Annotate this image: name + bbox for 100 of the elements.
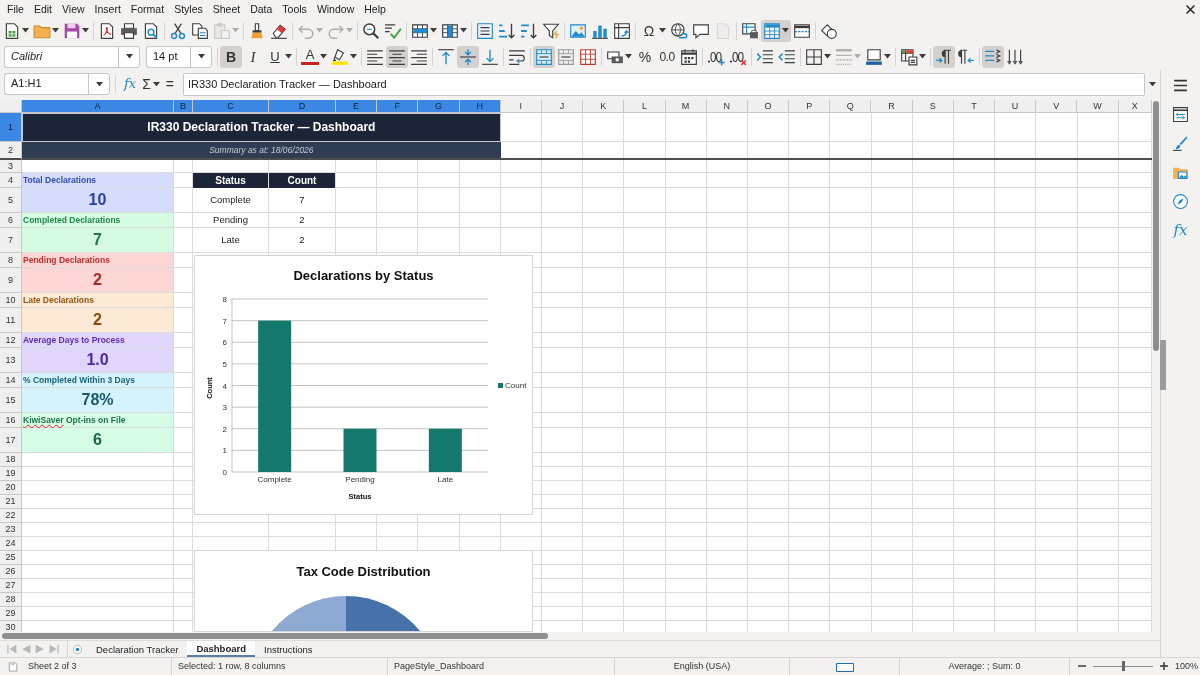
row-header[interactable]: 26 <box>0 565 22 579</box>
row-header[interactable]: 20 <box>0 481 22 495</box>
sheet-tab[interactable]: Dashboard <box>187 641 255 657</box>
row-header[interactable]: 15 <box>0 388 22 413</box>
row-header[interactable]: 13 <box>0 348 22 373</box>
font-name-field[interactable]: Calibri <box>4 45 118 68</box>
percent-format-button[interactable]: % <box>634 45 656 68</box>
row-header[interactable]: 29 <box>0 607 22 621</box>
dropdown-button[interactable] <box>190 45 212 68</box>
menu-item[interactable]: File <box>2 2 29 16</box>
row-header[interactable]: 2 <box>0 142 22 160</box>
close-button[interactable] <box>1186 4 1195 14</box>
formula-button[interactable]: = <box>162 75 177 93</box>
sheet-tab[interactable]: Instructions <box>255 641 322 657</box>
row-header[interactable]: 12 <box>0 333 22 348</box>
column-header[interactable]: A <box>22 100 174 113</box>
row-header[interactable]: 16 <box>0 413 22 428</box>
scrollbar-thumb[interactable] <box>1153 101 1159 351</box>
font-color-button[interactable]: A <box>299 45 329 68</box>
align-middle-button[interactable] <box>457 45 479 68</box>
column-header[interactable]: U <box>995 100 1037 113</box>
navigator-button[interactable] <box>1170 191 1191 211</box>
menu-item[interactable]: Edit <box>28 2 57 16</box>
row-header[interactable]: 4 <box>0 173 22 188</box>
row-header[interactable]: 25 <box>0 551 22 565</box>
column-header[interactable]: P <box>789 100 831 113</box>
row-header[interactable]: 7 <box>0 228 22 253</box>
menu-item[interactable]: Help <box>359 2 391 16</box>
number-format-button[interactable]: 0.0 <box>656 45 678 68</box>
row-header[interactable]: 3 <box>0 160 22 173</box>
dropdown-button[interactable] <box>118 45 140 68</box>
column-header[interactable]: M <box>665 100 707 113</box>
column-header[interactable]: L <box>624 100 666 113</box>
underline-button[interactable]: U <box>264 45 294 68</box>
row-header[interactable]: 8 <box>0 253 22 268</box>
sheet-tab[interactable]: Declaration Tracker <box>87 641 188 657</box>
formula-input[interactable]: IR330 Declaration Tracker — Dashboard <box>183 72 1145 96</box>
row-header[interactable]: 10 <box>0 293 22 308</box>
row-header[interactable]: 24 <box>0 537 22 551</box>
column-header[interactable]: W <box>1077 100 1119 113</box>
bold-button[interactable]: B <box>220 45 242 68</box>
pdf-document-icon <box>98 21 116 40</box>
row-header[interactable]: 17 <box>0 428 22 453</box>
row-header[interactable]: 9 <box>0 268 22 293</box>
menu-item[interactable]: Format <box>125 2 170 16</box>
menu-item[interactable]: Data <box>245 2 278 16</box>
menu-item[interactable]: Sheet <box>207 2 246 16</box>
column-header[interactable]: R <box>871 100 913 113</box>
row-header[interactable]: 6 <box>0 213 22 228</box>
column-header[interactable]: E <box>336 100 378 113</box>
column-header[interactable]: K <box>583 100 625 113</box>
menu-item[interactable]: Window <box>311 2 360 16</box>
menu-item[interactable]: Tools <box>277 2 312 16</box>
text-direction-button[interactable] <box>982 45 1004 68</box>
row-header[interactable]: 11 <box>0 308 22 333</box>
column-header[interactable]: T <box>953 100 995 113</box>
column-header[interactable]: C <box>193 100 269 113</box>
column-header[interactable]: F <box>377 100 419 113</box>
dropdown-button[interactable] <box>88 73 110 95</box>
column-header[interactable]: O <box>747 100 790 113</box>
special-character-button[interactable]: Ω <box>638 19 668 42</box>
zoom-in-button[interactable] <box>1160 662 1168 671</box>
slider-thumb[interactable] <box>1121 661 1125 672</box>
italic-button[interactable]: I <box>242 45 264 68</box>
column-header[interactable]: G <box>418 100 460 113</box>
row-header[interactable]: 19 <box>0 467 22 481</box>
font-size-field[interactable]: 14 pt <box>146 45 190 68</box>
row-header[interactable]: 18 <box>0 453 22 467</box>
sort-ascending-icon <box>498 21 516 40</box>
left-to-right-button[interactable] <box>933 45 955 68</box>
scrollbar-thumb[interactable] <box>2 633 548 639</box>
row-header[interactable]: 28 <box>0 593 22 607</box>
align-center-button[interactable] <box>386 45 408 68</box>
row-header[interactable]: 1 <box>0 113 22 142</box>
column-header[interactable]: S <box>912 100 954 113</box>
column-header[interactable]: J <box>541 100 584 113</box>
row-header[interactable]: 27 <box>0 579 22 593</box>
column-header[interactable]: H <box>459 100 501 113</box>
row-header[interactable]: 22 <box>0 509 22 523</box>
caret-icon <box>316 28 323 33</box>
column-header[interactable]: D <box>269 100 336 113</box>
column-header[interactable]: V <box>1036 100 1078 113</box>
sidebar-handle[interactable] <box>1160 340 1166 390</box>
row-header[interactable]: 21 <box>0 495 22 509</box>
column-header[interactable]: B <box>174 100 193 113</box>
row-header[interactable]: 23 <box>0 523 22 537</box>
column-header[interactable]: Q <box>830 100 872 113</box>
sum-button[interactable]: Σ <box>139 75 163 93</box>
properties-button[interactable] <box>1170 104 1191 124</box>
column-header[interactable]: N <box>706 100 748 113</box>
column-header[interactable]: X <box>1118 100 1152 113</box>
name-box-field[interactable]: A1:H1 <box>4 73 88 95</box>
menu-item[interactable]: Insert <box>89 2 126 16</box>
menu-item[interactable]: Styles <box>169 2 208 16</box>
menu-item[interactable]: View <box>57 2 90 16</box>
freeze-rows-button[interactable] <box>761 19 791 42</box>
align-middle-icon <box>459 47 477 66</box>
column-header[interactable]: I <box>500 100 542 113</box>
row-header[interactable]: 14 <box>0 373 22 388</box>
row-header[interactable]: 5 <box>0 188 22 213</box>
